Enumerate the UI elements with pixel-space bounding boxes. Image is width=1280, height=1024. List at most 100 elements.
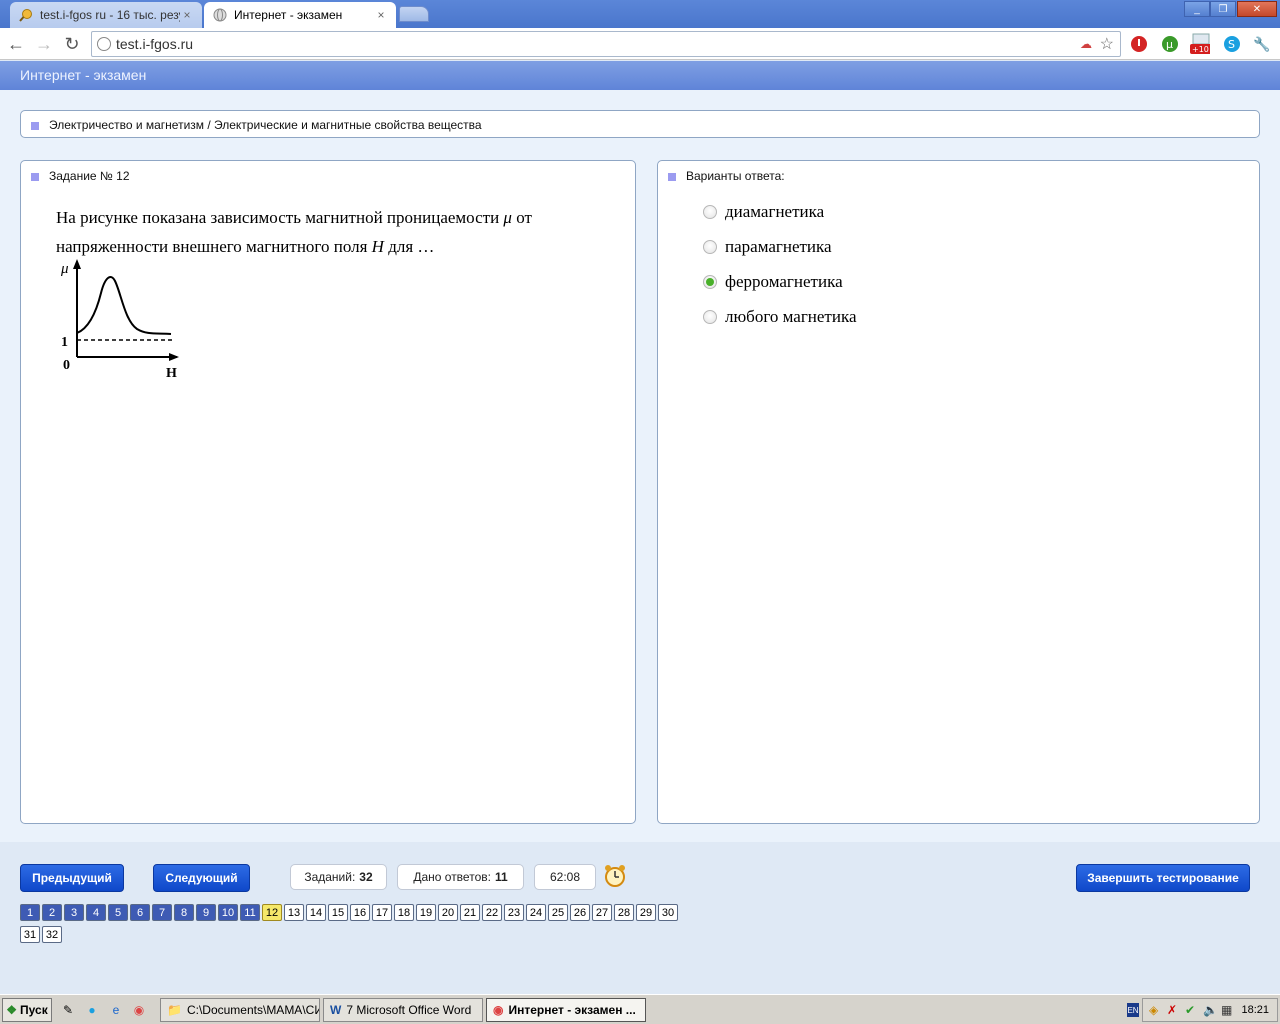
next-button[interactable]: Следующий: [153, 864, 250, 892]
page-button-18[interactable]: 18: [394, 904, 414, 921]
answer-option-any-magnetic[interactable]: любого магнетика: [703, 307, 857, 327]
utorrent-extension-icon[interactable]: µ: [1160, 34, 1180, 54]
quicklaunch-chrome-icon[interactable]: ◉: [131, 1002, 147, 1018]
page-button-10[interactable]: 10: [218, 904, 238, 921]
page-button-32[interactable]: 32: [42, 926, 62, 943]
answer-option-paramagnetic[interactable]: парамагнетика: [703, 237, 832, 257]
notifications-extension-icon[interactable]: +10: [1190, 33, 1210, 54]
back-icon[interactable]: ←: [4, 32, 28, 56]
quicklaunch-tool-icon[interactable]: ✎: [60, 1002, 76, 1018]
forward-icon[interactable]: →: [32, 32, 56, 56]
question-text-part1: На рисунке показана зависимость магнитно…: [56, 208, 500, 227]
minimize-button[interactable]: _: [1184, 1, 1210, 17]
tray-network-icon[interactable]: ▦: [1221, 1003, 1232, 1017]
skype-extension-icon[interactable]: S: [1222, 34, 1242, 54]
taskbar-item-label: C:\Documents\МАМА\СИ...: [186, 1003, 320, 1017]
svg-text:+10: +10: [1192, 45, 1209, 54]
page-button-7[interactable]: 7: [152, 904, 172, 921]
page-button-21[interactable]: 21: [460, 904, 480, 921]
question-panel: Задание № 12 На рисунке показана зависим…: [20, 160, 636, 824]
browser-toolbar: ← → ↻ test.i-fgos.ru ☁ ☆ µ +10 S 🔧: [0, 28, 1280, 60]
browser-tab-exam[interactable]: Интернет - экзамен ×: [204, 2, 396, 28]
page-button-8[interactable]: 8: [174, 904, 194, 921]
page-button-25[interactable]: 25: [548, 904, 568, 921]
answer-label: ферромагнетика: [725, 272, 843, 291]
bottom-controls: Предыдущий Следующий Заданий: 32 Дано отв…: [0, 842, 1280, 994]
answer-label: любого магнетика: [725, 307, 857, 326]
page-button-11[interactable]: 11: [240, 904, 260, 921]
page-button-15[interactable]: 15: [328, 904, 348, 921]
tab-title: test.i-fgos ru - 16 тыс. резул: [40, 8, 180, 22]
url-text: test.i-fgos.ru: [116, 36, 194, 52]
page-info-icon[interactable]: [97, 37, 111, 51]
tray-check-icon[interactable]: ✔: [1185, 1003, 1195, 1017]
bullet-square-icon: [31, 172, 39, 181]
page-button-26[interactable]: 26: [570, 904, 590, 921]
radio-button[interactable]: [703, 205, 717, 219]
radio-button[interactable]: [703, 240, 717, 254]
new-tab-button[interactable]: [399, 6, 429, 22]
taskbar-item-word[interactable]: W 7 Microsoft Office Word: [323, 998, 483, 1022]
maximize-button[interactable]: ❐: [1210, 1, 1236, 17]
page-button-14[interactable]: 14: [306, 904, 326, 921]
answers-header: Варианты ответа:: [668, 169, 785, 183]
search-favicon-icon: [18, 7, 34, 23]
page-button-12[interactable]: 12: [262, 904, 282, 921]
start-label: Пуск: [20, 1003, 48, 1017]
radio-button-selected[interactable]: [703, 275, 717, 289]
permeability-curve: [76, 276, 172, 335]
page-button-20[interactable]: 20: [438, 904, 458, 921]
wrench-menu-icon[interactable]: 🔧: [1252, 34, 1272, 54]
taskbar-item-explorer[interactable]: 📁 C:\Documents\МАМА\СИ...: [160, 998, 320, 1022]
answer-option-diamagnetic[interactable]: диамагнетика: [703, 202, 824, 222]
timer-badge: 62:08: [534, 864, 596, 890]
close-window-button[interactable]: ✕: [1237, 1, 1277, 17]
reload-icon[interactable]: ↻: [60, 32, 84, 56]
finish-test-button[interactable]: Завершить тестирование: [1076, 864, 1250, 892]
tab-close-icon[interactable]: ×: [180, 8, 194, 22]
page-button-13[interactable]: 13: [284, 904, 304, 921]
page-button-28[interactable]: 28: [614, 904, 634, 921]
tick-one-label: 1: [61, 335, 68, 350]
radio-button[interactable]: [703, 310, 717, 324]
taskbar-item-chrome[interactable]: ◉ Интернет - экзамен ...: [486, 998, 646, 1022]
page-button-23[interactable]: 23: [504, 904, 524, 921]
page-button-31[interactable]: 31: [20, 926, 40, 943]
tasks-count-badge: Заданий: 32: [290, 864, 387, 890]
alarm-clock-icon: [603, 864, 627, 891]
page-button-16[interactable]: 16: [350, 904, 370, 921]
page-button-24[interactable]: 24: [526, 904, 546, 921]
page-button-17[interactable]: 17: [372, 904, 392, 921]
stop-extension-icon[interactable]: [1129, 34, 1149, 54]
address-bar[interactable]: test.i-fgos.ru ☁ ☆: [91, 31, 1121, 57]
quicklaunch-skype-icon[interactable]: ●: [84, 1002, 100, 1018]
page-button-6[interactable]: 6: [130, 904, 150, 921]
tray-volume-icon[interactable]: 🔈: [1203, 1003, 1218, 1017]
tab-close-icon[interactable]: ×: [374, 8, 388, 22]
tray-antivirus-icon[interactable]: ✗: [1167, 1003, 1177, 1017]
page-button-5[interactable]: 5: [108, 904, 128, 921]
page-button-2[interactable]: 2: [42, 904, 62, 921]
page-button-29[interactable]: 29: [636, 904, 656, 921]
bookmark-star-icon[interactable]: ☆: [1100, 34, 1114, 54]
page-button-27[interactable]: 27: [592, 904, 612, 921]
page-button-19[interactable]: 19: [416, 904, 436, 921]
question-header: Задание № 12: [31, 169, 130, 183]
question-text-part3: для …: [388, 237, 435, 256]
answer-option-ferromagnetic[interactable]: ферромагнетика: [703, 272, 843, 292]
tray-app-icon[interactable]: ◈: [1149, 1003, 1158, 1017]
tab-title: Интернет - экзамен: [234, 8, 343, 22]
x-axis-label: H: [166, 366, 177, 377]
page-button-22[interactable]: 22: [482, 904, 502, 921]
language-indicator[interactable]: EN: [1127, 1003, 1139, 1017]
page-button-3[interactable]: 3: [64, 904, 84, 921]
start-button[interactable]: ❖ Пуск: [2, 998, 52, 1022]
translate-icon[interactable]: ☁: [1080, 37, 1092, 51]
previous-button[interactable]: Предыдущий: [20, 864, 124, 892]
browser-tab-search[interactable]: test.i-fgos ru - 16 тыс. резул ×: [10, 2, 202, 28]
page-button-1[interactable]: 1: [20, 904, 40, 921]
page-button-30[interactable]: 30: [658, 904, 678, 921]
page-button-4[interactable]: 4: [86, 904, 106, 921]
page-button-9[interactable]: 9: [196, 904, 216, 921]
quicklaunch-ie-icon[interactable]: e: [108, 1002, 124, 1018]
